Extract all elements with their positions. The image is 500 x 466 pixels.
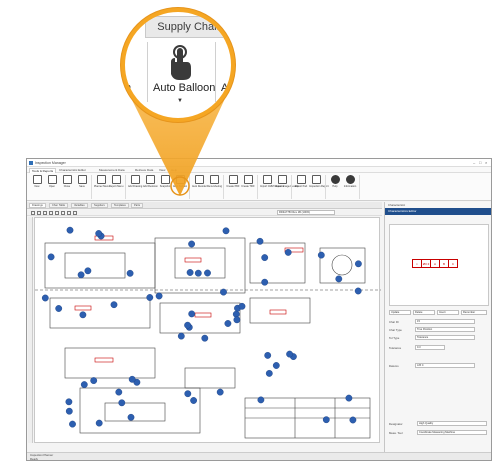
- ribbon-separator: [147, 42, 148, 102]
- zoom-callout: Supply Chain n Auto Balloon ▼ Au: [121, 8, 235, 122]
- partial-label-left: n: [125, 82, 132, 94]
- supply-chain-tab[interactable]: Supply Chain: [145, 16, 231, 38]
- callout-pointer: [128, 92, 228, 196]
- dropdown-arrow-icon: ▼: [177, 98, 183, 104]
- auto-balloon-label: Auto Balloon: [153, 82, 216, 94]
- pointer-icon: [171, 45, 191, 80]
